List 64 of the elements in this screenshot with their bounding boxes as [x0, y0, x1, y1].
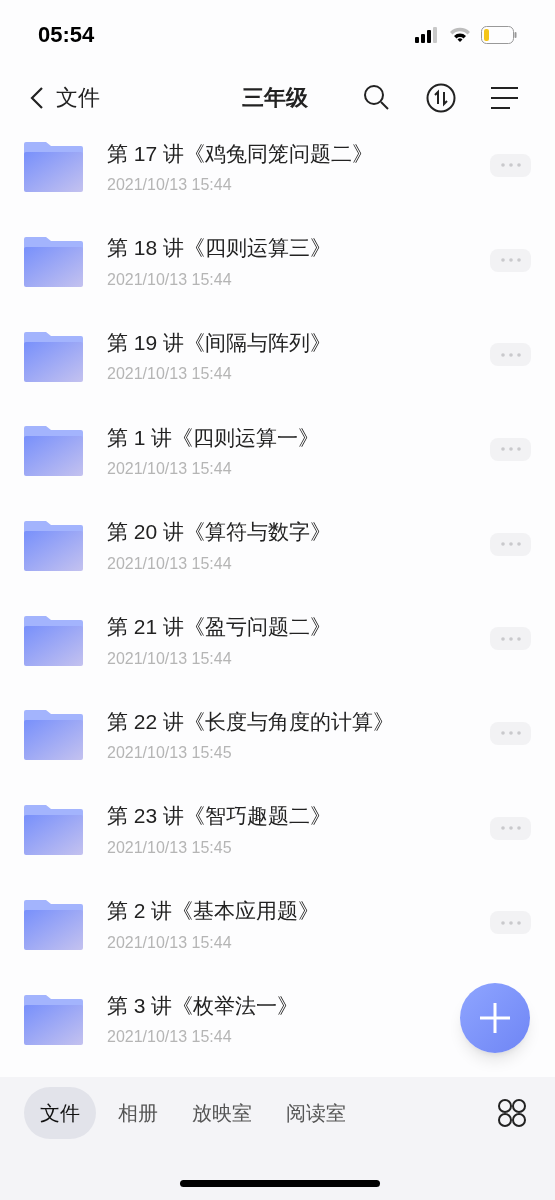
back-button[interactable]: 文件 — [30, 81, 100, 114]
bottom-tab[interactable]: 放映室 — [180, 1087, 264, 1139]
more-dots-icon — [500, 447, 521, 452]
bottom-tab[interactable]: 文件 — [24, 1087, 96, 1139]
folder-icon — [24, 899, 83, 950]
folder-icon — [24, 142, 83, 193]
apps-grid-icon[interactable] — [497, 1098, 527, 1128]
folder-name[interactable]: 第 3 讲《枚举法一》 — [107, 989, 299, 1022]
folder-name[interactable]: 第 23 讲《智巧趣题二》 — [107, 800, 332, 832]
more-dots-icon — [500, 542, 521, 547]
folder-date: 2021/10/13 15:44 — [107, 459, 233, 480]
folder-name[interactable]: 第 22 讲《长度与角度的计算》 — [107, 705, 395, 738]
more-dots-icon — [500, 826, 521, 831]
back-chevron-icon — [30, 85, 44, 110]
folder-date: 2021/10/13 15:44 — [107, 1027, 233, 1048]
more-button[interactable] — [490, 248, 531, 272]
signal-icon — [415, 26, 439, 43]
bottom-tab[interactable]: 阅读室 — [274, 1087, 358, 1139]
more-dots-icon — [500, 920, 521, 925]
wifi-icon — [449, 26, 471, 43]
folder-icon — [24, 994, 83, 1045]
folder-date: 2021/10/13 15:45 — [107, 743, 233, 764]
more-dots-icon — [500, 163, 521, 168]
folder-icon — [24, 331, 83, 382]
more-button[interactable] — [490, 532, 531, 556]
folder-date: 2021/10/13 15:44 — [107, 269, 233, 290]
folder-name[interactable]: 第 1 讲《四则运算一》 — [107, 421, 320, 454]
more-button[interactable] — [490, 343, 531, 367]
folder-date: 2021/10/13 15:44 — [107, 175, 233, 196]
folder-icon — [24, 615, 83, 666]
more-dots-icon — [500, 258, 521, 263]
folder-date: 2021/10/13 15:44 — [107, 364, 233, 385]
add-button[interactable] — [460, 983, 530, 1053]
sort-icon[interactable] — [426, 82, 456, 113]
more-button[interactable] — [490, 153, 531, 177]
folder-icon — [24, 805, 83, 856]
menu-icon[interactable] — [490, 85, 520, 110]
folder-date: 2021/10/13 15:45 — [107, 837, 233, 858]
more-dots-icon — [500, 731, 521, 736]
folder-date: 2021/10/13 15:44 — [107, 648, 233, 669]
plus-icon — [479, 1002, 511, 1034]
battery-icon — [481, 25, 517, 44]
folder-date: 2021/10/13 15:44 — [107, 932, 233, 953]
folder-icon — [24, 710, 83, 761]
folder-name[interactable]: 第 20 讲《算符与数字》 — [107, 516, 332, 548]
folder-name[interactable]: 第 2 讲《基本应用题》 — [107, 895, 320, 927]
status-time: 05:54 — [38, 21, 95, 49]
folder-icon — [24, 521, 83, 572]
more-button[interactable] — [490, 816, 531, 840]
more-button[interactable] — [490, 437, 531, 461]
page-title: 三年级 — [242, 84, 308, 112]
folder-name[interactable]: 第 21 讲《盈亏问题二》 — [107, 611, 332, 643]
folder-icon — [24, 237, 83, 288]
folder-name[interactable]: 第 17 讲《鸡兔同笼问题二》 — [107, 137, 374, 170]
folder-date: 2021/10/13 15:44 — [107, 553, 233, 574]
folder-name[interactable]: 第 18 讲《四则运算三》 — [107, 232, 332, 264]
more-button[interactable] — [490, 627, 531, 651]
bottom-tab[interactable]: 相册 — [106, 1087, 170, 1139]
more-button[interactable] — [490, 721, 531, 745]
folder-name[interactable]: 第 19 讲《间隔与阵列》 — [107, 326, 332, 359]
more-dots-icon — [500, 352, 521, 357]
more-button[interactable] — [490, 911, 531, 935]
more-dots-icon — [500, 636, 521, 641]
folder-icon — [24, 426, 83, 477]
